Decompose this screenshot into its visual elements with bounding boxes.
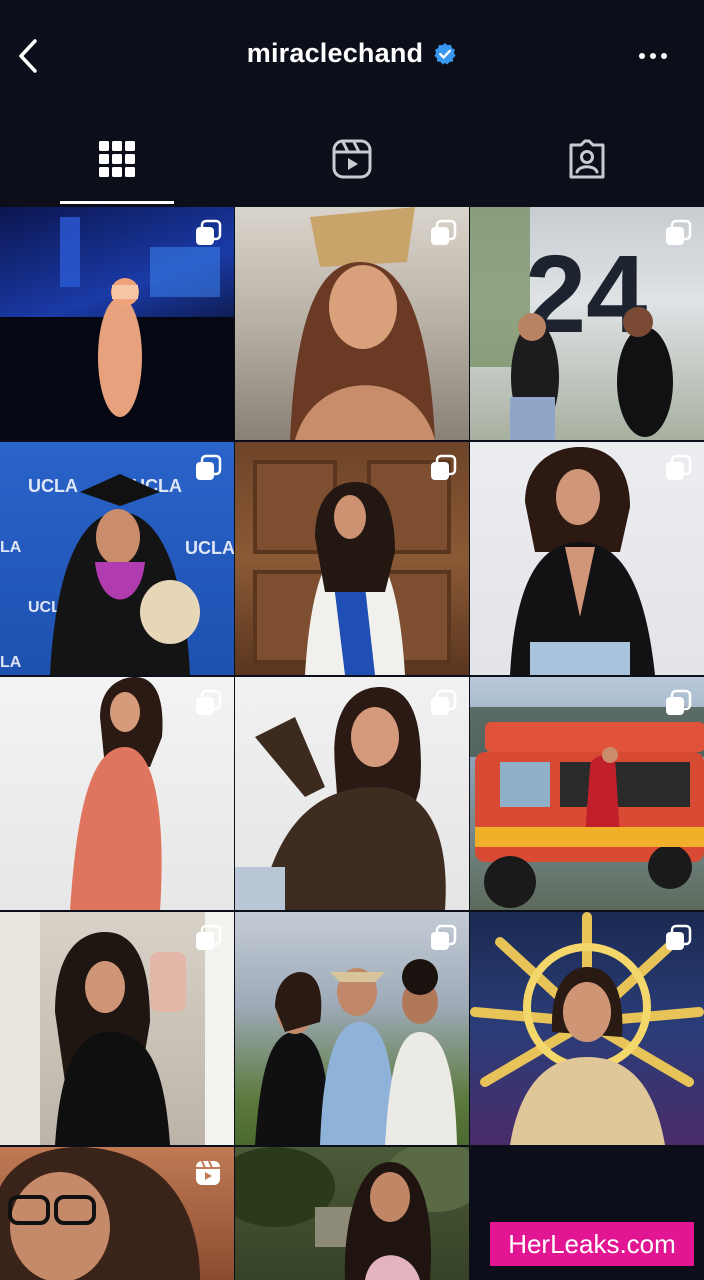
carousel-icon xyxy=(431,689,457,715)
watermark-text: HerLeaks.com xyxy=(508,1228,676,1259)
tab-posts-grid[interactable] xyxy=(0,112,234,206)
reels-icon xyxy=(196,1160,220,1185)
active-tab-indicator xyxy=(60,201,174,204)
carousel-icon xyxy=(196,219,222,245)
svg-text:LA: LA xyxy=(0,654,22,671)
grid-post[interactable] xyxy=(470,912,704,1145)
carousel-icon xyxy=(431,924,457,950)
carousel-icon xyxy=(666,689,692,715)
grid-post[interactable] xyxy=(0,677,234,910)
more-horizontal-icon xyxy=(639,53,667,59)
carousel-icon xyxy=(431,454,457,480)
top-bar: miraclechand xyxy=(0,0,704,112)
tab-reels[interactable] xyxy=(235,112,469,206)
verified-badge-icon xyxy=(433,42,457,66)
carousel-icon xyxy=(196,924,222,950)
carousel-icon xyxy=(431,219,457,245)
carousel-icon xyxy=(666,924,692,950)
grid-post[interactable] xyxy=(235,677,469,910)
grid-post[interactable] xyxy=(470,442,704,675)
carousel-icon xyxy=(196,689,222,715)
more-options-button[interactable] xyxy=(636,44,670,68)
svg-text:LA: LA xyxy=(0,539,22,556)
post-thumbnail-outdoor-portrait xyxy=(235,1147,469,1280)
reels-icon xyxy=(332,139,372,179)
tagged-icon xyxy=(569,139,605,179)
grid-post[interactable] xyxy=(470,677,704,910)
grid-post[interactable] xyxy=(0,207,234,440)
grid-post[interactable] xyxy=(235,207,469,440)
svg-text:UCLA: UCLA xyxy=(185,538,234,558)
svg-text:UCL: UCL xyxy=(28,599,61,616)
svg-text:UCLA: UCLA xyxy=(28,476,78,496)
grid-post[interactable]: 24 xyxy=(470,207,704,440)
profile-header: miraclechand xyxy=(0,38,704,69)
watermark-banner: HerLeaks.com xyxy=(490,1222,694,1266)
profile-username: miraclechand xyxy=(246,38,424,68)
grid-post[interactable] xyxy=(0,912,234,1145)
profile-tabs xyxy=(0,112,704,206)
grid-post[interactable] xyxy=(235,912,469,1145)
grid-post[interactable] xyxy=(235,442,469,675)
grid-post[interactable]: UCLA UCLA LA UCLA UCL LA xyxy=(0,442,234,675)
carousel-icon xyxy=(196,454,222,480)
carousel-icon xyxy=(666,219,692,245)
tab-tagged[interactable] xyxy=(470,112,704,206)
grid-post[interactable] xyxy=(235,1147,469,1280)
grid-post[interactable] xyxy=(0,1147,234,1280)
grid-icon xyxy=(99,141,135,177)
carousel-icon xyxy=(666,454,692,480)
